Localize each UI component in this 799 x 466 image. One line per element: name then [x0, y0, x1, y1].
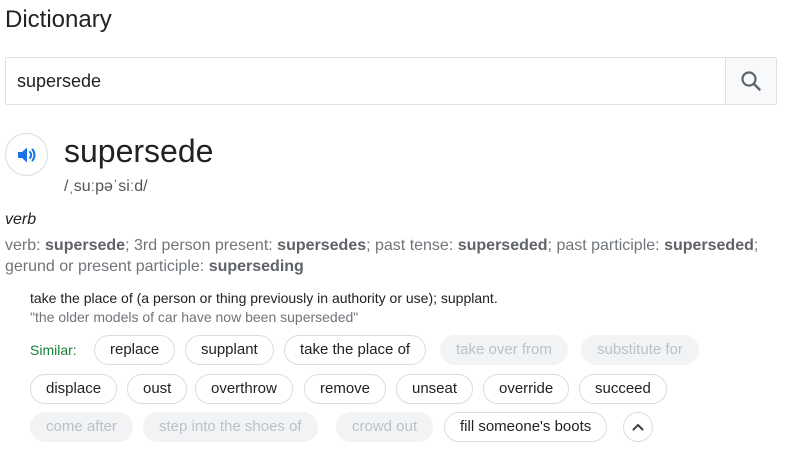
chevron-up-icon: [632, 424, 644, 431]
similar-chip-displace[interactable]: displace: [30, 374, 118, 404]
form-third: supersedes: [277, 237, 367, 254]
similar-chip-substitute-for[interactable]: substitute for: [581, 335, 699, 365]
part-of-speech: verb: [5, 211, 37, 228]
form-participle: superseded: [664, 237, 754, 254]
similar-chip-replace[interactable]: replace: [94, 335, 176, 365]
similar-chip-step-into-the-shoes-of[interactable]: step into the shoes of: [143, 412, 318, 442]
similar-chip-take-the-place-of[interactable]: take the place of: [284, 335, 427, 365]
collapse-similar-button[interactable]: [623, 412, 653, 442]
similar-chip-crowd-out[interactable]: crowd out: [336, 412, 434, 442]
word-forms: verb: supersede; 3rd person present: sup…: [5, 237, 759, 275]
forms-past-label: past tense:: [375, 237, 454, 254]
forms-gerund-label: gerund or present participle:: [5, 258, 205, 275]
phonetic: /ˌsuːpəˈsiːd/: [64, 178, 148, 195]
similar-chip-come-after[interactable]: come after: [30, 412, 133, 442]
forms-third-label: 3rd person present:: [133, 237, 273, 254]
form-gerund: superseding: [208, 258, 304, 275]
search-button[interactable]: [725, 58, 776, 104]
similar-label: Similar:: [30, 342, 77, 358]
similar-chip-remove[interactable]: remove: [304, 374, 387, 404]
search-bar: [5, 57, 777, 105]
form-base: supersede: [45, 237, 126, 254]
similar-chip-unseat[interactable]: unseat: [396, 374, 474, 404]
headword: supersede: [64, 133, 214, 169]
speaker-icon: [17, 147, 35, 162]
example-sentence: "the older models of car have now been s…: [30, 309, 359, 325]
similar-chip-succeed[interactable]: succeed: [579, 374, 667, 404]
similar-chip-oust[interactable]: oust: [127, 374, 188, 404]
definition: take the place of (a person or thing pre…: [30, 290, 498, 306]
similar-chip-supplant[interactable]: supplant: [185, 335, 274, 365]
forms-participle-label: past participle:: [556, 237, 660, 254]
similar-chip-fill-someones-boots[interactable]: fill someone's boots: [444, 412, 608, 442]
search-input[interactable]: [6, 58, 725, 104]
forms-lead: verb:: [5, 237, 41, 254]
pronunciation-button[interactable]: [5, 133, 48, 176]
form-past: superseded: [457, 237, 548, 254]
similar-chip-take-over-from[interactable]: take over from: [440, 335, 568, 365]
search-icon: [741, 71, 761, 91]
similar-chip-override[interactable]: override: [483, 374, 570, 404]
page-title: Dictionary: [5, 6, 112, 33]
similar-chip-overthrow[interactable]: overthrow: [195, 374, 293, 404]
